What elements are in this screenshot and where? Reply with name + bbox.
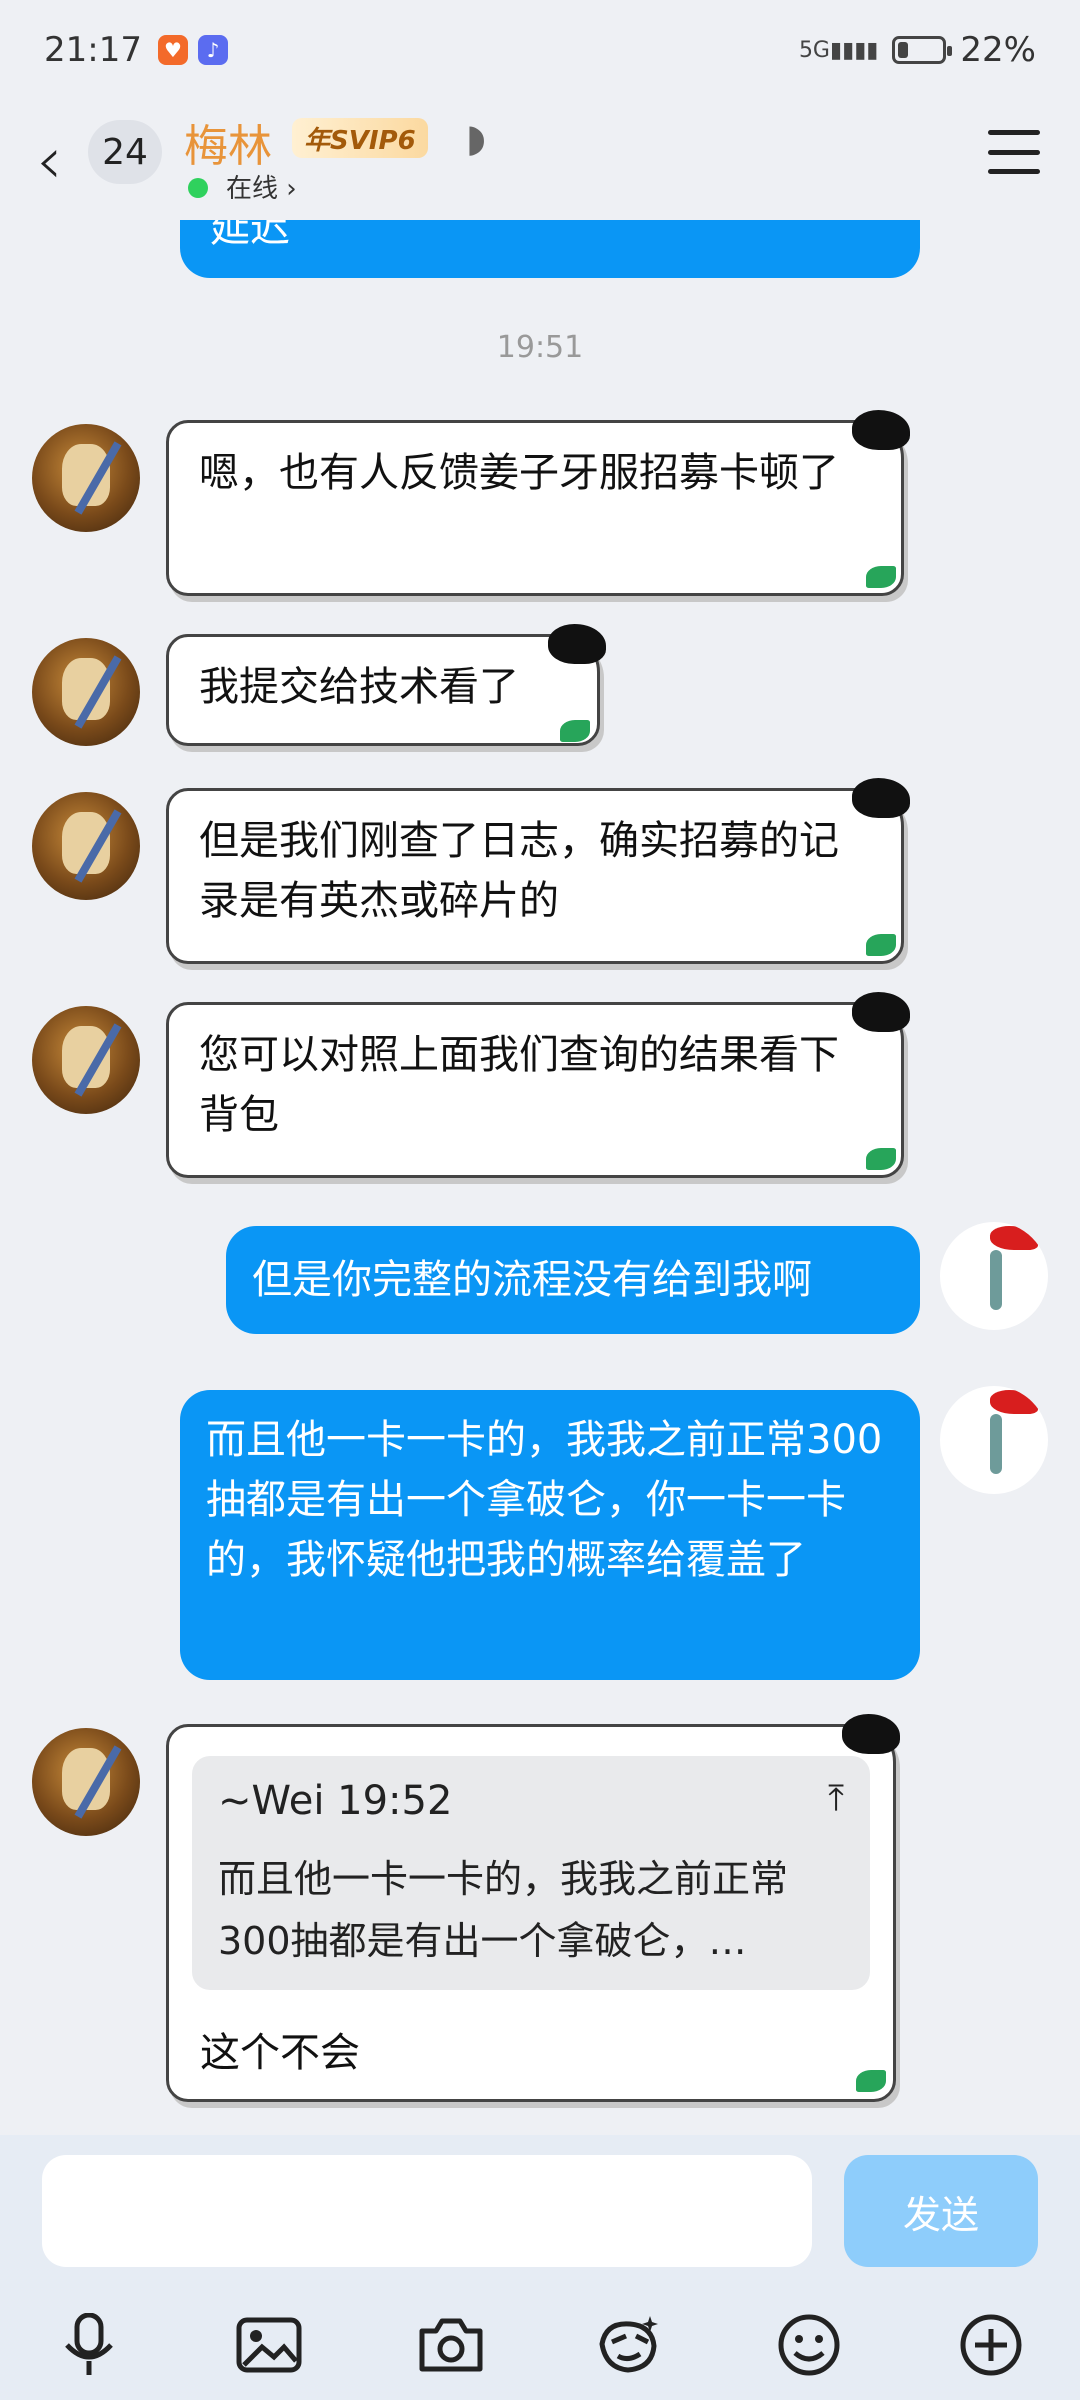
bubble-decoration-icon (842, 1714, 900, 1754)
message-text: 您可以对照上面我们查询的结果看下背包 (199, 1032, 839, 1138)
contact-avatar[interactable] (32, 792, 140, 900)
message-timestamp: 19:51 (496, 330, 584, 365)
message-bubble-in[interactable]: 但是我们刚查了日志，确实招募的记录是有英杰或碎片的 (166, 788, 904, 964)
back-arrow-icon[interactable]: ‹ (36, 122, 62, 199)
leaf-decoration-icon (856, 2070, 886, 2092)
my-avatar[interactable] (940, 1222, 1048, 1330)
contact-avatar[interactable] (32, 1728, 140, 1836)
message-text: 嗯，也有人反馈姜子牙服招募卡顿了 (199, 450, 839, 496)
message-bubble-in[interactable]: 嗯，也有人反馈姜子牙服招募卡顿了 (166, 420, 904, 596)
contact-avatar[interactable] (32, 1006, 140, 1114)
quote-header: ~Wei 19:52 (218, 1778, 453, 1824)
message-text: 而且他一卡一卡的，我我之前正常300抽都是有出一个拿破仑，你一卡一卡的，我怀疑他… (206, 1417, 883, 1583)
send-button[interactable]: 发送 (844, 2155, 1038, 2267)
chat-area[interactable]: 延迟 19:51 嗯，也有人反馈姜子牙服招募卡顿了 我提交给技术看了 但是我们刚… (0, 0, 1080, 2135)
leaf-decoration-icon (560, 720, 590, 742)
leaf-decoration-icon (866, 934, 896, 956)
ear-icon[interactable]: ◗ (466, 116, 486, 160)
emoji-icon[interactable] (764, 2300, 854, 2390)
chat-header: ‹ 24 梅林 年SVIP6 ◗ 在线 › (0, 100, 1080, 220)
message-text: 但是你完整的流程没有给到我啊 (252, 1257, 812, 1303)
contact-name[interactable]: 梅林 (184, 110, 272, 174)
svip-badge[interactable]: 年SVIP6 (292, 118, 428, 158)
bubble-decoration-icon (548, 624, 606, 664)
image-icon[interactable] (224, 2300, 314, 2390)
quote-body: 而且他一卡一卡的，我我之前正常300抽都是有出一个拿破仑，… (218, 1857, 789, 1963)
bubble-decoration-icon (852, 778, 910, 818)
quoted-message[interactable]: ~Wei 19:52 ⤒ 而且他一卡一卡的，我我之前正常300抽都是有出一个拿破… (192, 1756, 870, 1990)
sticker-icon[interactable] (584, 2300, 674, 2390)
message-bubble-in[interactable]: 您可以对照上面我们查询的结果看下背包 (166, 1002, 904, 1178)
input-area: 发送 (0, 2135, 1080, 2400)
message-bubble-out[interactable]: 而且他一卡一卡的，我我之前正常300抽都是有出一个拿破仑，你一卡一卡的，我怀疑他… (180, 1390, 920, 1680)
message-input[interactable] (42, 2155, 812, 2267)
leaf-decoration-icon (866, 566, 896, 588)
jump-to-quote-icon[interactable]: ⤒ (828, 1778, 844, 1820)
message-bubble-in[interactable]: 我提交给技术看了 (166, 634, 600, 746)
contact-avatar[interactable] (32, 424, 140, 532)
message-text: 但是我们刚查了日志，确实招募的记录是有英杰或碎片的 (199, 818, 839, 924)
contact-avatar[interactable] (32, 638, 140, 746)
input-toolbar (0, 2300, 1080, 2400)
message-text: 这个不会 (200, 2030, 360, 2076)
message-bubble-out[interactable]: 但是你完整的流程没有给到我啊 (226, 1226, 920, 1334)
camera-icon[interactable] (406, 2300, 496, 2390)
my-avatar[interactable] (940, 1386, 1048, 1494)
bubble-decoration-icon (852, 992, 910, 1032)
menu-icon[interactable] (988, 130, 1040, 174)
microphone-icon[interactable] (44, 2300, 134, 2390)
online-status-text[interactable]: 在线 › (226, 168, 297, 205)
leaf-decoration-icon (866, 1148, 896, 1170)
unread-count-badge[interactable]: 24 (88, 120, 162, 184)
plus-icon[interactable] (946, 2300, 1036, 2390)
message-text: 我提交给技术看了 (199, 664, 519, 710)
online-status-dot (188, 178, 208, 198)
bubble-decoration-icon (852, 410, 910, 450)
